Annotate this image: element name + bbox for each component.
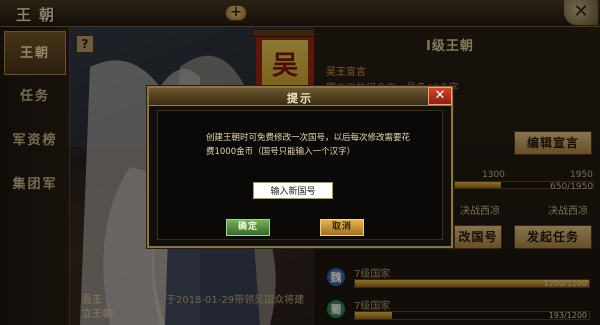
- nation-name-input[interactable]: [253, 182, 333, 199]
- dialog-header: 提示: [149, 88, 451, 106]
- dialog-body: 创建王朝时可免费修改一次国号，以后每次修改需要花费1000金币（国号只能输入一个…: [157, 110, 443, 240]
- cancel-button[interactable]: 取消: [320, 219, 364, 236]
- dialog-close-button[interactable]: ✕: [428, 87, 452, 105]
- rename-nation-dialog: 提示 ✕ 创建王朝时可免费修改一次国号，以后每次修改需要花费1000金币（国号只…: [147, 86, 453, 248]
- confirm-button[interactable]: 确定: [226, 219, 270, 236]
- dialog-message: 创建王朝时可免费修改一次国号，以后每次修改需要花费1000金币（国号只能输入一个…: [206, 133, 411, 157]
- dialog-title: 提示: [287, 92, 313, 105]
